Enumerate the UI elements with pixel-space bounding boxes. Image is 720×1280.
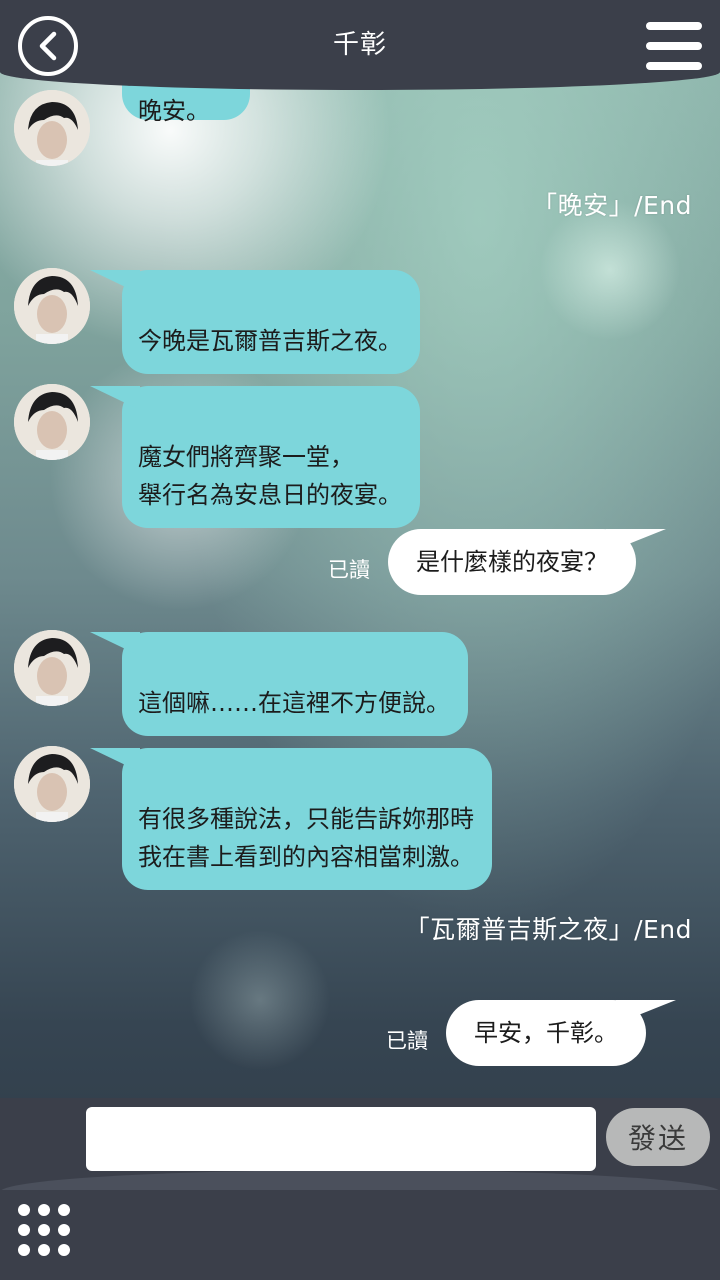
- read-receipt: 已讀: [386, 1029, 428, 1053]
- message-text: 這個嘛……在這裡不方便說。: [138, 689, 450, 717]
- avatar[interactable]: [14, 746, 90, 822]
- message-bubble-incoming: 今晚是瓦爾普吉斯之夜。: [90, 270, 420, 374]
- avatar[interactable]: [14, 384, 90, 460]
- grid-dot: [18, 1244, 30, 1256]
- message-bubble-incoming: 有很多種說法，只能告訴妳那時 我在書上看到的內容相當刺激。: [90, 748, 492, 890]
- message-bubble-outgoing: 早安，千彰。: [446, 1000, 676, 1066]
- hamburger-line: [646, 62, 702, 70]
- avatar[interactable]: [14, 268, 90, 344]
- message-text: 早安，千彰。: [474, 1019, 618, 1047]
- conversation-end-marker: 「晚安」/End: [532, 191, 692, 220]
- grid-dot: [58, 1244, 70, 1256]
- read-receipt: 已讀: [328, 558, 370, 582]
- top-bar: 千彰: [0, 0, 720, 90]
- message-text: 有很多種說法，只能告訴妳那時 我在書上看到的內容相當刺激。: [138, 805, 474, 871]
- grid-dot: [58, 1204, 70, 1216]
- message-bubble-outgoing: 是什麼樣的夜宴？: [388, 529, 666, 595]
- grid-dots-icon[interactable]: [18, 1204, 74, 1260]
- grid-dot: [38, 1224, 50, 1236]
- grid-dot: [18, 1224, 30, 1236]
- message-text: 晚安。: [138, 97, 210, 125]
- message-text: 今晚是瓦爾普吉斯之夜。: [138, 327, 402, 355]
- grid-dot: [18, 1204, 30, 1216]
- grid-dot: [58, 1224, 70, 1236]
- conversation-end-marker: 「瓦爾普吉斯之夜」/End: [404, 915, 692, 944]
- message-input[interactable]: [86, 1107, 596, 1171]
- message-text: 是什麼樣的夜宴？: [416, 548, 608, 576]
- grid-dot: [38, 1204, 50, 1216]
- message-bubble-incoming: 這個嘛……在這裡不方便說。: [90, 632, 468, 736]
- bottom-bar: [0, 1190, 720, 1280]
- chat-title: 千彰: [332, 30, 387, 60]
- grid-dot: [38, 1244, 50, 1256]
- message-bubble-incoming: 魔女們將齊聚一堂， 舉行名為安息日的夜宴。: [90, 386, 420, 528]
- avatar[interactable]: [14, 90, 90, 166]
- send-button[interactable]: 發送: [606, 1108, 710, 1166]
- hamburger-menu-icon: [646, 22, 702, 30]
- hamburger-line: [646, 42, 702, 50]
- menu-button[interactable]: [646, 22, 702, 70]
- chat-area[interactable]: 晚安。 「晚安」/End 今晚是瓦爾普吉斯之夜。 魔女們將齊聚一堂， 舉行名為安…: [0, 0, 720, 1100]
- message-text: 魔女們將齊聚一堂， 舉行名為安息日的夜宴。: [138, 443, 402, 509]
- avatar[interactable]: [14, 630, 90, 706]
